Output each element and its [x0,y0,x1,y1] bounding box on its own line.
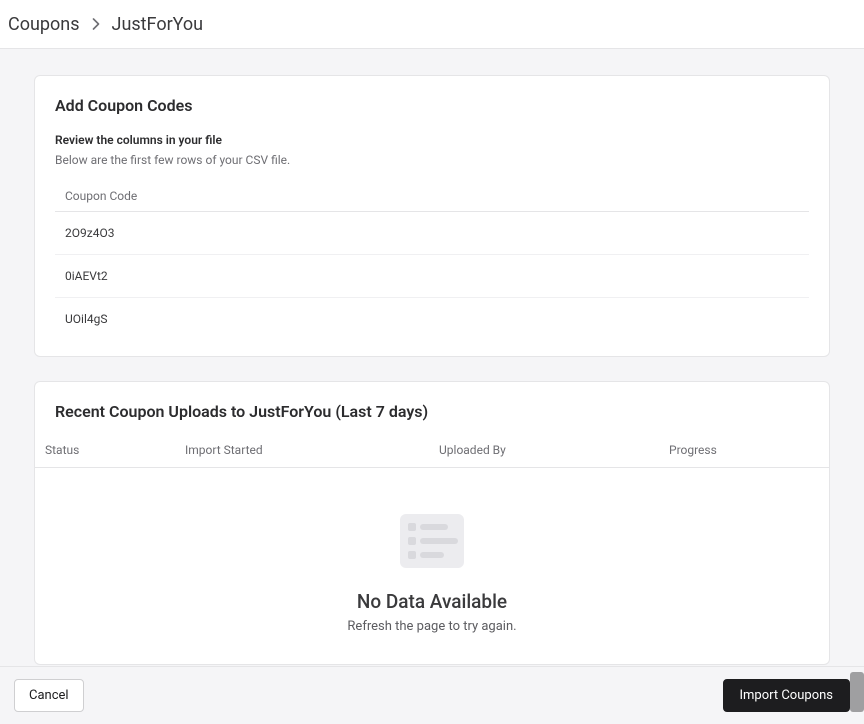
empty-state-title: No Data Available [357,590,507,613]
breadcrumb-parent-link[interactable]: Coupons [8,14,80,35]
card-title: Recent Coupon Uploads to JustForYou (Las… [35,402,829,421]
csv-preview-table: Coupon Code 2O9z4O3 0iAEVt2 UOil4gS [55,181,809,340]
table-row: UOil4gS [55,298,809,341]
table-row: 0iAEVt2 [55,255,809,298]
column-header-import-started: Import Started [185,443,439,457]
coupon-code-cell: UOil4gS [55,298,809,341]
empty-state: No Data Available Refresh the page to tr… [35,468,829,634]
coupon-code-cell: 0iAEVt2 [55,255,809,298]
cancel-button[interactable]: Cancel [14,679,84,712]
column-header-status: Status [45,443,185,457]
column-header-coupon-code: Coupon Code [55,181,809,212]
column-header-progress: Progress [669,443,819,457]
empty-state-subtitle: Refresh the page to try again. [347,619,516,634]
card-recent-uploads: Recent Coupon Uploads to JustForYou (Las… [34,381,830,665]
scrollbar-thumb[interactable] [850,672,864,712]
page-body: Add Coupon Codes Review the columns in y… [0,49,864,666]
review-columns-heading: Review the columns in your file [55,133,809,147]
breadcrumb: Coupons JustForYou [0,0,864,49]
column-header-uploaded-by: Uploaded By [439,443,669,457]
chevron-right-icon [92,18,100,30]
import-coupons-button[interactable]: Import Coupons [723,679,851,712]
card-add-coupon-codes: Add Coupon Codes Review the columns in y… [34,75,830,357]
coupon-code-cell: 2O9z4O3 [55,212,809,255]
breadcrumb-current: JustForYou [112,14,204,35]
action-footer: Cancel Import Coupons [0,666,864,724]
csv-preview-description: Below are the first few rows of your CSV… [55,153,809,167]
uploads-table-header: Status Import Started Uploaded By Progre… [35,443,829,468]
card-title: Add Coupon Codes [55,96,809,115]
empty-list-icon [392,506,472,576]
table-row: 2O9z4O3 [55,212,809,255]
